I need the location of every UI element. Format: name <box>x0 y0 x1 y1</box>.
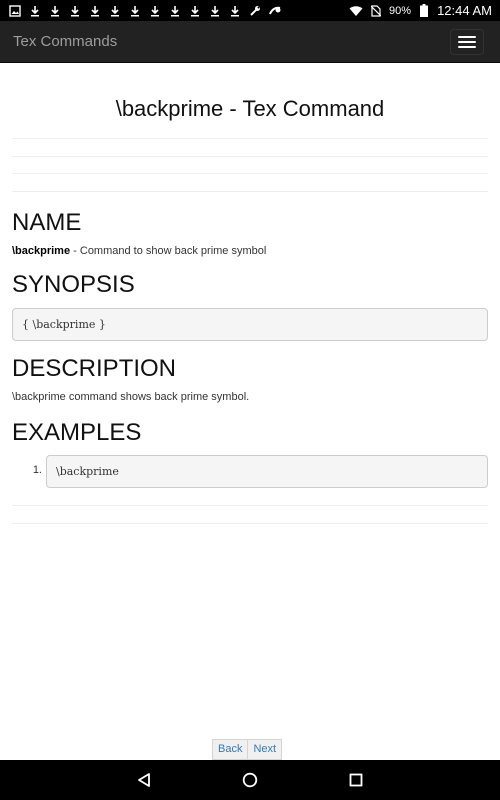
synopsis-code: { \backprime } <box>12 308 488 341</box>
recents-square-icon[interactable] <box>346 770 366 790</box>
page-title: \backprime - Tex Command <box>115 96 385 121</box>
no-sim-icon <box>369 4 383 18</box>
name-heading: NAME <box>12 209 82 236</box>
battery-icon <box>417 4 431 18</box>
wifi-icon <box>349 4 363 18</box>
status-bar: 90% 12:44 AM <box>0 0 500 21</box>
command-summary: - Command to show back prime symbol <box>70 245 267 257</box>
clock: 12:44 AM <box>437 3 492 18</box>
pager: Back Next <box>212 739 283 760</box>
download-icon <box>148 4 162 18</box>
download-icon <box>168 4 182 18</box>
download-icon <box>208 4 222 18</box>
divider <box>12 138 488 139</box>
system-status: 90% 12:44 AM <box>349 3 500 18</box>
download-icon <box>28 4 42 18</box>
download-icon <box>128 4 142 18</box>
app-bar: Tex Commands <box>0 21 500 63</box>
hamburger-menu-button[interactable] <box>450 29 484 55</box>
image-icon <box>8 4 22 18</box>
main-content: \backprime - Tex Command NAME \backprime… <box>12 63 488 524</box>
voicemail-icon <box>268 4 282 18</box>
download-icon <box>228 4 242 18</box>
download-icon <box>108 4 122 18</box>
download-icon <box>88 4 102 18</box>
home-circle-icon[interactable] <box>240 770 260 790</box>
example-code: \backprime <box>46 455 488 488</box>
divider <box>12 191 488 192</box>
divider <box>12 505 488 506</box>
notification-icons <box>0 0 282 21</box>
description-text: \backprime command shows back prime symb… <box>12 391 250 403</box>
next-button[interactable]: Next <box>248 739 283 760</box>
app-title[interactable]: Tex Commands <box>0 33 117 50</box>
list-item: 1. \backprime <box>12 455 488 488</box>
example-number: 1. <box>32 464 42 476</box>
battery-percent: 90% <box>389 4 412 17</box>
name-text: \backprime - Command to show back prime … <box>12 243 488 259</box>
command-name: \backprime <box>12 245 71 257</box>
divider <box>12 156 488 157</box>
description-heading: DESCRIPTION <box>12 355 177 382</box>
wrench-icon <box>248 4 262 18</box>
divider <box>12 173 488 174</box>
download-icon <box>188 4 202 18</box>
divider <box>12 523 488 524</box>
examples-heading: EXAMPLES <box>12 419 142 446</box>
synopsis-heading: SYNOPSIS <box>12 271 135 298</box>
system-nav-bar <box>0 760 500 800</box>
download-icon <box>68 4 82 18</box>
download-icon <box>48 4 62 18</box>
back-triangle-icon[interactable] <box>134 770 154 790</box>
hamburger-menu-icon <box>458 36 476 38</box>
back-button[interactable]: Back <box>212 739 249 760</box>
